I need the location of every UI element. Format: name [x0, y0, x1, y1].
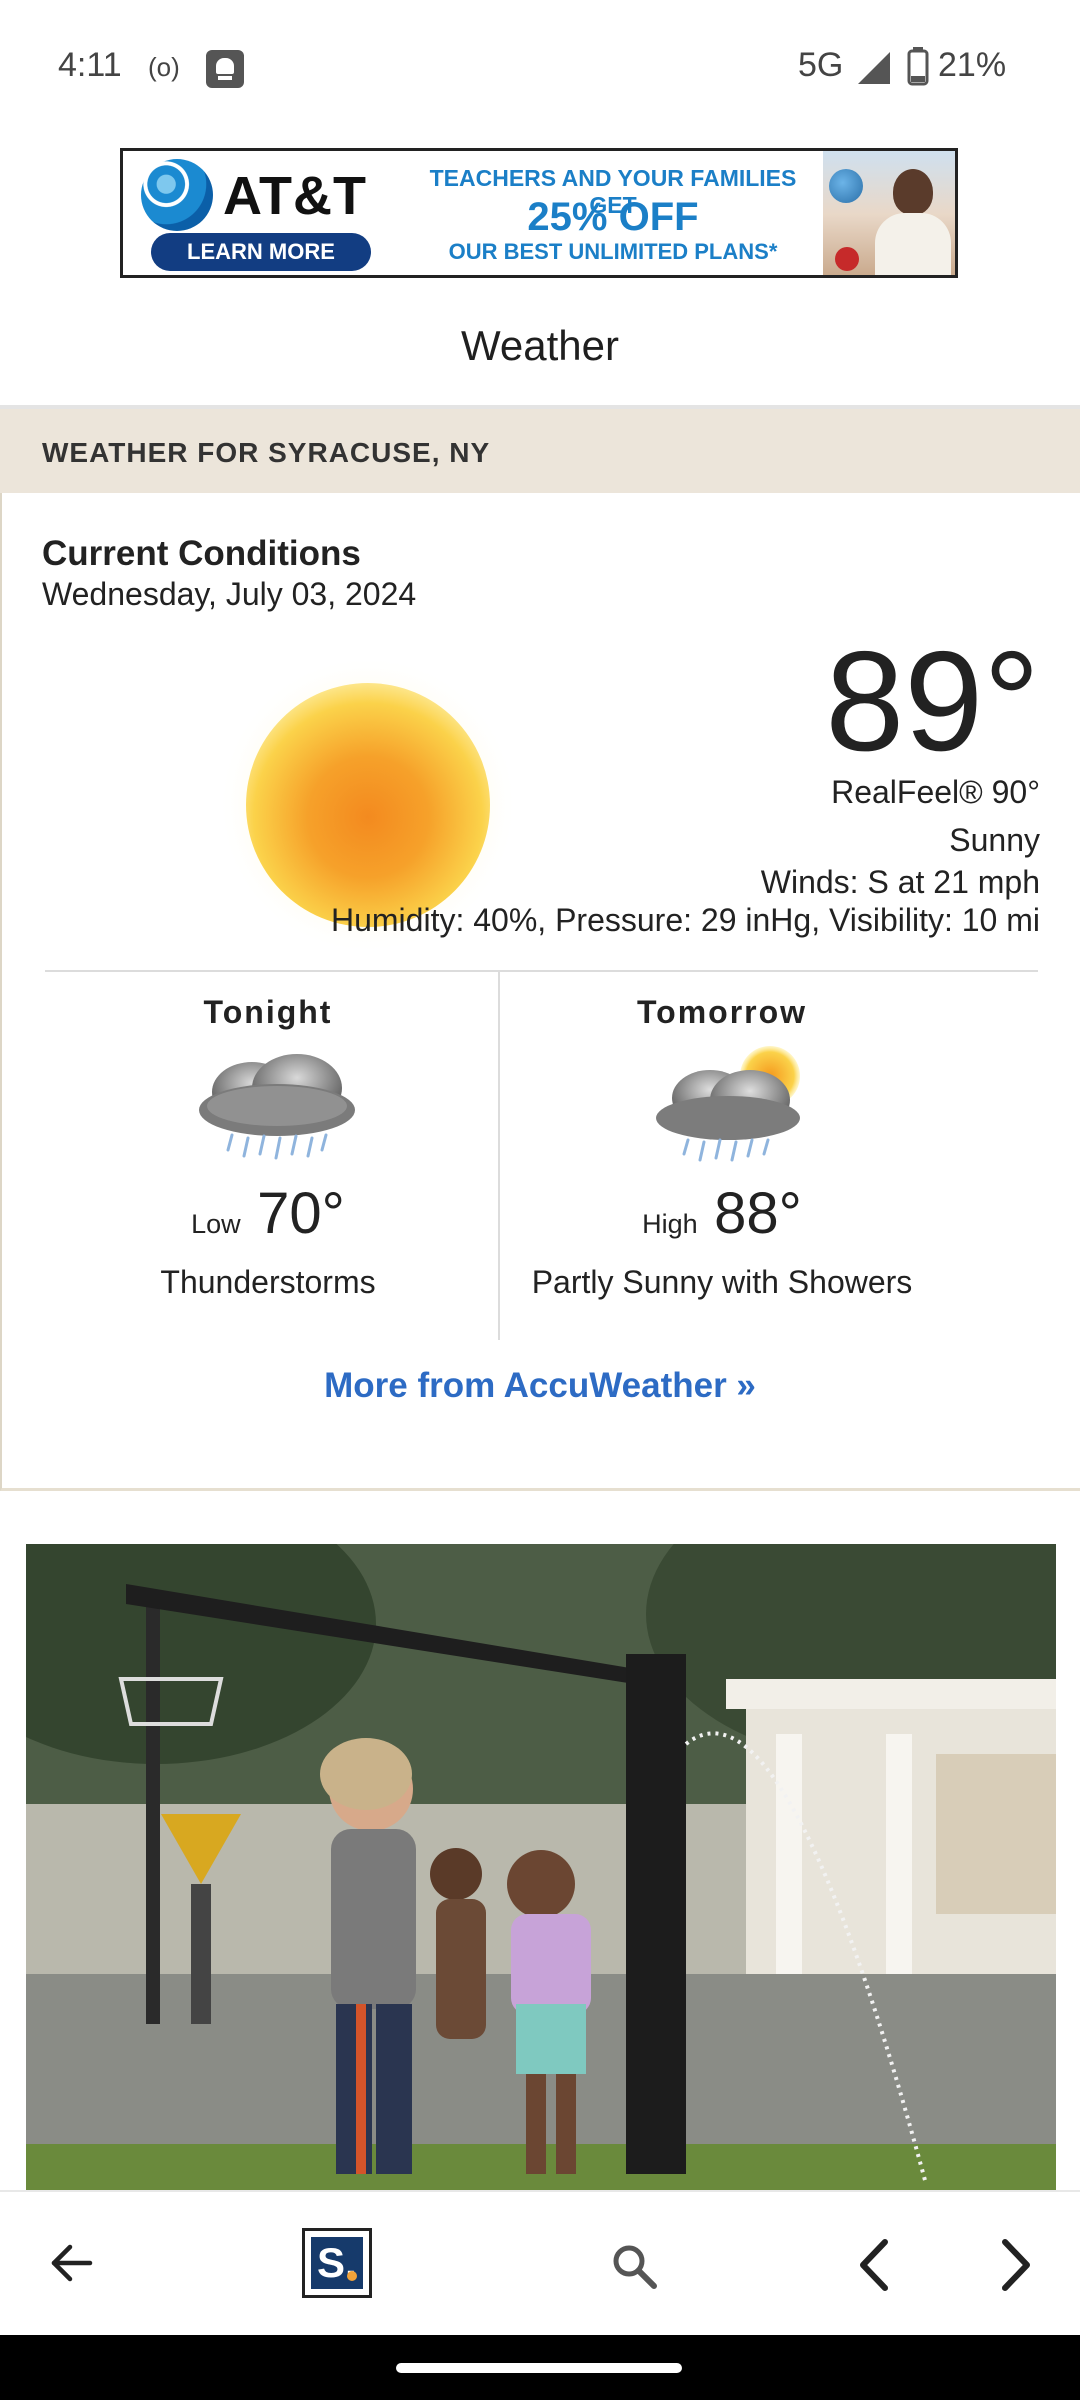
home-gesture-pill[interactable]	[396, 2363, 682, 2373]
notification-icon	[206, 50, 244, 88]
forecast-tonight-label: Tonight	[203, 994, 333, 1030]
apple-icon	[835, 247, 859, 271]
ad-person	[893, 169, 933, 215]
ad-line-2: 25% OFF	[527, 195, 699, 239]
battery-icon	[907, 47, 929, 86]
forecast-tomorrow-condition: Partly Sunny with Showers	[531, 1264, 913, 1300]
hotspot-icon: (o)	[148, 52, 180, 82]
current-condition: Sunny	[949, 822, 1040, 858]
forecast-tomorrow-temp: 88°	[714, 1181, 802, 1246]
ad-learn-more-button[interactable]: LEARN MORE	[151, 233, 371, 271]
arrow-back-icon[interactable]	[48, 2240, 94, 2286]
chevron-left-icon[interactable]	[855, 2238, 895, 2292]
forecast-tonight-temp: 70°	[257, 1181, 345, 1246]
logo-dot	[347, 2271, 357, 2281]
location-label: WEATHER FOR SYRACUSE, NY	[42, 437, 491, 468]
ad-brand: AT&T	[223, 166, 367, 226]
current-temperature: 89°	[825, 622, 1040, 781]
forecast-tonight-temp-label: Low	[191, 1209, 241, 1239]
ad-person-body	[875, 213, 951, 275]
forecast-tonight-temp-row: Low 70°	[48, 1180, 488, 1247]
status-time: 4:11	[58, 46, 122, 84]
more-from-accuweather-link[interactable]: More from AccuWeather »	[0, 1366, 1080, 1406]
network-type: 5G	[798, 46, 844, 84]
globe-icon	[829, 169, 863, 203]
winds: Winds: S at 21 mph	[760, 864, 1040, 900]
partly-sunny-showers-icon	[656, 1046, 800, 1162]
battery-percent: 21%	[938, 46, 1007, 84]
bottom-nav: S.	[0, 2190, 1080, 2337]
att-globe-icon	[141, 159, 213, 231]
site-logo-button[interactable]: S.	[302, 2228, 372, 2298]
news-photo[interactable]	[26, 1544, 1056, 2190]
forecast-tomorrow-temp-label: High	[642, 1209, 698, 1239]
forecast-tomorrow-label: Tomorrow	[636, 994, 808, 1030]
forecast-divider	[45, 970, 1038, 972]
weather-details: Humidity: 40%, Pressure: 29 inHg, Visibi…	[330, 902, 1040, 938]
thunderstorm-icon	[199, 1054, 355, 1160]
forecast-tonight-condition: Thunderstorms	[160, 1264, 376, 1300]
forecast-tomorrow-temp-row: High 88°	[500, 1180, 944, 1247]
site-logo-icon: S.	[311, 2237, 363, 2289]
current-conditions-heading: Current Conditions	[42, 534, 361, 573]
chevron-right-icon[interactable]	[995, 2238, 1035, 2292]
status-bar: 4:11 (o) 5G 21%	[0, 0, 1080, 130]
photo-content	[26, 1544, 1056, 2190]
ad-line-3: OUR BEST UNLIMITED PLANS*	[448, 239, 778, 264]
current-date: Wednesday, July 03, 2024	[42, 576, 417, 612]
page-title: Weather	[461, 322, 619, 369]
ad-banner[interactable]: AT&T LEARN MORE TEACHERS AND YOUR FAMILI…	[120, 148, 958, 278]
search-icon[interactable]	[610, 2242, 658, 2290]
realfeel: RealFeel® 90°	[831, 774, 1040, 810]
signal-icon	[858, 52, 890, 84]
